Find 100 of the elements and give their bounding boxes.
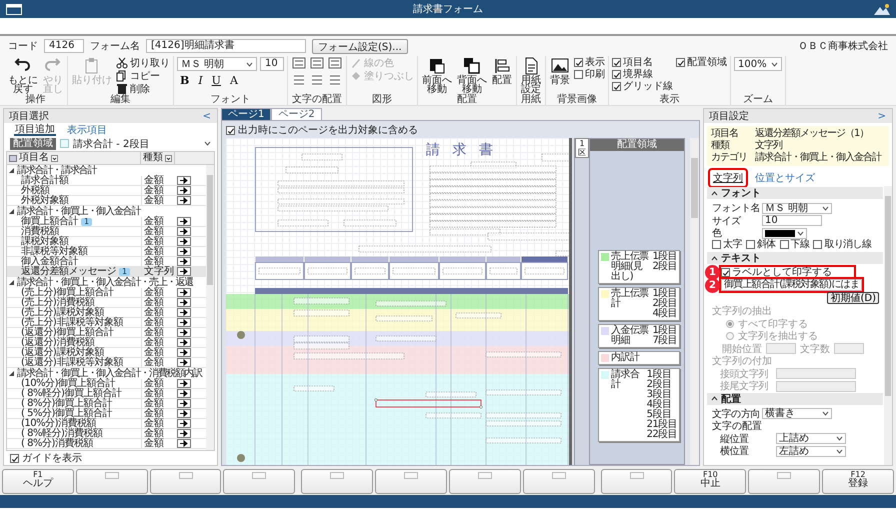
list-row[interactable]: 外税対象額 金額 [7, 196, 206, 206]
region-card[interactable]: 売上伝票明細(見出し) 1段目 2段目 [598, 250, 680, 284]
color-select[interactable] [762, 228, 807, 238]
function-key[interactable]: F12 登録 [822, 469, 894, 494]
default-button[interactable]: 初期値(D) [827, 292, 879, 304]
list-row[interactable]: ( 5%分)御買上額合計 金額 [7, 409, 206, 419]
toolbar-button[interactable]: 背面へ移動 [456, 57, 488, 94]
dropdown-icon[interactable] [836, 436, 843, 441]
toolbar-button[interactable]: 用紙設定 [520, 57, 542, 94]
function-key[interactable] [301, 469, 374, 494]
checkbox[interactable] [712, 240, 721, 250]
toolbar-button[interactable]: 削除 [116, 83, 170, 95]
input-field[interactable] [766, 343, 796, 354]
add-button[interactable] [177, 186, 191, 195]
function-key[interactable]: F1 ヘルプ [2, 469, 74, 494]
checkbox[interactable] [746, 240, 755, 250]
checkbox[interactable] [10, 454, 19, 462]
add-button[interactable] [177, 288, 191, 297]
list-row[interactable]: (10%分)消費税額 金額 [7, 419, 206, 429]
expand-icon[interactable] [8, 167, 15, 174]
list-row[interactable]: 消費税額 金額 [7, 227, 206, 237]
toolbar-button[interactable]: 配置 [491, 57, 513, 85]
list-row[interactable]: ( 8%軽分)消費税額 金額 [7, 429, 206, 439]
add-button[interactable] [177, 217, 191, 226]
list-row[interactable]: (返還分)消費税額 金額 [7, 338, 206, 348]
add-button[interactable] [177, 399, 191, 408]
italic-button[interactable]: I [195, 74, 206, 87]
select-field[interactable]: 横書き [762, 408, 832, 419]
add-button[interactable] [177, 237, 191, 246]
select-field[interactable]: ＭＳ 明朝 [762, 202, 832, 214]
dropdown-icon[interactable] [204, 141, 211, 146]
tab[interactable]: ページ2 [271, 108, 322, 120]
collapse-button[interactable]: < [202, 110, 212, 122]
region-card[interactable]: 請求合計 1段目 2段目 3段目 4段目 5段目 21段目 22段目 [598, 368, 680, 442]
add-button[interactable] [177, 328, 191, 337]
checkbox[interactable] [676, 58, 685, 67]
dropdown-icon[interactable] [797, 230, 804, 236]
add-button[interactable] [177, 308, 191, 317]
add-button[interactable] [177, 318, 191, 327]
region-card[interactable]: 内訳計 [598, 351, 680, 365]
font-size-field[interactable]: 10 [260, 57, 284, 71]
input-field[interactable] [776, 380, 856, 392]
region-card[interactable]: 入金伝票明細 1段目 7段目 [598, 324, 680, 348]
list-row[interactable]: 課税対象額 金額 [7, 237, 206, 247]
form-settings-button[interactable]: フォーム設定(S)... [312, 38, 408, 54]
list-row[interactable]: 返還分差額メッセージ 1 文字列 [7, 267, 206, 277]
text-align-button[interactable] [291, 57, 307, 71]
add-button[interactable] [177, 429, 191, 438]
text-field[interactable]: 御買上額合計(課税対象額)にはま [721, 279, 862, 291]
add-button[interactable] [177, 267, 191, 276]
checkbox[interactable] [780, 240, 789, 250]
expand-icon[interactable] [8, 279, 15, 286]
add-button[interactable] [177, 298, 191, 307]
region-select[interactable]: 請求合計 - 2段目 [73, 136, 200, 150]
filter-icon[interactable] [51, 154, 58, 162]
function-key[interactable] [448, 469, 521, 494]
list-row[interactable]: ( 8%軽分)御買上額合計 金額 [7, 389, 206, 399]
expand-icon[interactable] [8, 208, 15, 215]
function-key[interactable] [76, 469, 148, 494]
region-card[interactable]: 売上伝票計 1段目 2段目 4段目 [598, 287, 680, 321]
list-row[interactable]: (売上分)御買上額合計 金額 [7, 288, 206, 298]
list-row[interactable]: 外税額 金額 [7, 186, 206, 196]
add-button[interactable] [177, 247, 191, 256]
input-field[interactable] [834, 343, 864, 354]
tab[interactable]: 項目追加 [14, 124, 56, 136]
collapse-icon[interactable] [711, 256, 718, 260]
add-button[interactable] [177, 338, 191, 347]
list-row[interactable]: 非課税等対象額 金額 [7, 247, 206, 257]
dropdown-icon[interactable] [822, 411, 829, 416]
add-button[interactable] [177, 419, 191, 428]
add-button[interactable] [177, 389, 191, 398]
dropdown-icon[interactable] [836, 448, 843, 454]
checkbox[interactable] [574, 58, 583, 67]
function-key[interactable] [600, 469, 672, 494]
add-button[interactable] [177, 227, 191, 236]
list-row[interactable]: 御買上額合計 1 金額 [7, 217, 206, 227]
input-field[interactable] [776, 368, 856, 379]
list-row[interactable]: (返還分)非課税等対象額 金額 [7, 358, 206, 368]
font-color-button[interactable]: A [226, 74, 241, 87]
list-row[interactable]: (返還分)御買上額合計 金額 [7, 328, 206, 338]
collapse-icon[interactable] [711, 396, 718, 401]
list-row[interactable]: (売上分)非課税等対象額 金額 [7, 318, 206, 328]
add-button[interactable] [177, 348, 191, 357]
filter-icon[interactable] [165, 154, 172, 162]
dropdown-icon[interactable] [771, 62, 778, 66]
function-key[interactable] [522, 469, 595, 494]
expand-icon[interactable] [8, 370, 15, 377]
checkbox[interactable] [612, 82, 621, 91]
checkbox[interactable] [612, 58, 621, 67]
collapse-icon[interactable] [711, 190, 718, 196]
text-align-button[interactable] [327, 57, 343, 71]
toolbar-button[interactable]: 背景 [549, 57, 571, 85]
tab[interactable]: ページ1 [221, 108, 272, 120]
checkbox[interactable] [574, 70, 583, 79]
checkbox[interactable] [226, 126, 235, 134]
scrollbar[interactable] [206, 165, 214, 450]
zoom-select[interactable]: 100% [734, 57, 782, 71]
add-button[interactable] [177, 409, 191, 418]
checkbox[interactable] [612, 70, 621, 79]
dropdown-icon[interactable] [246, 62, 253, 66]
